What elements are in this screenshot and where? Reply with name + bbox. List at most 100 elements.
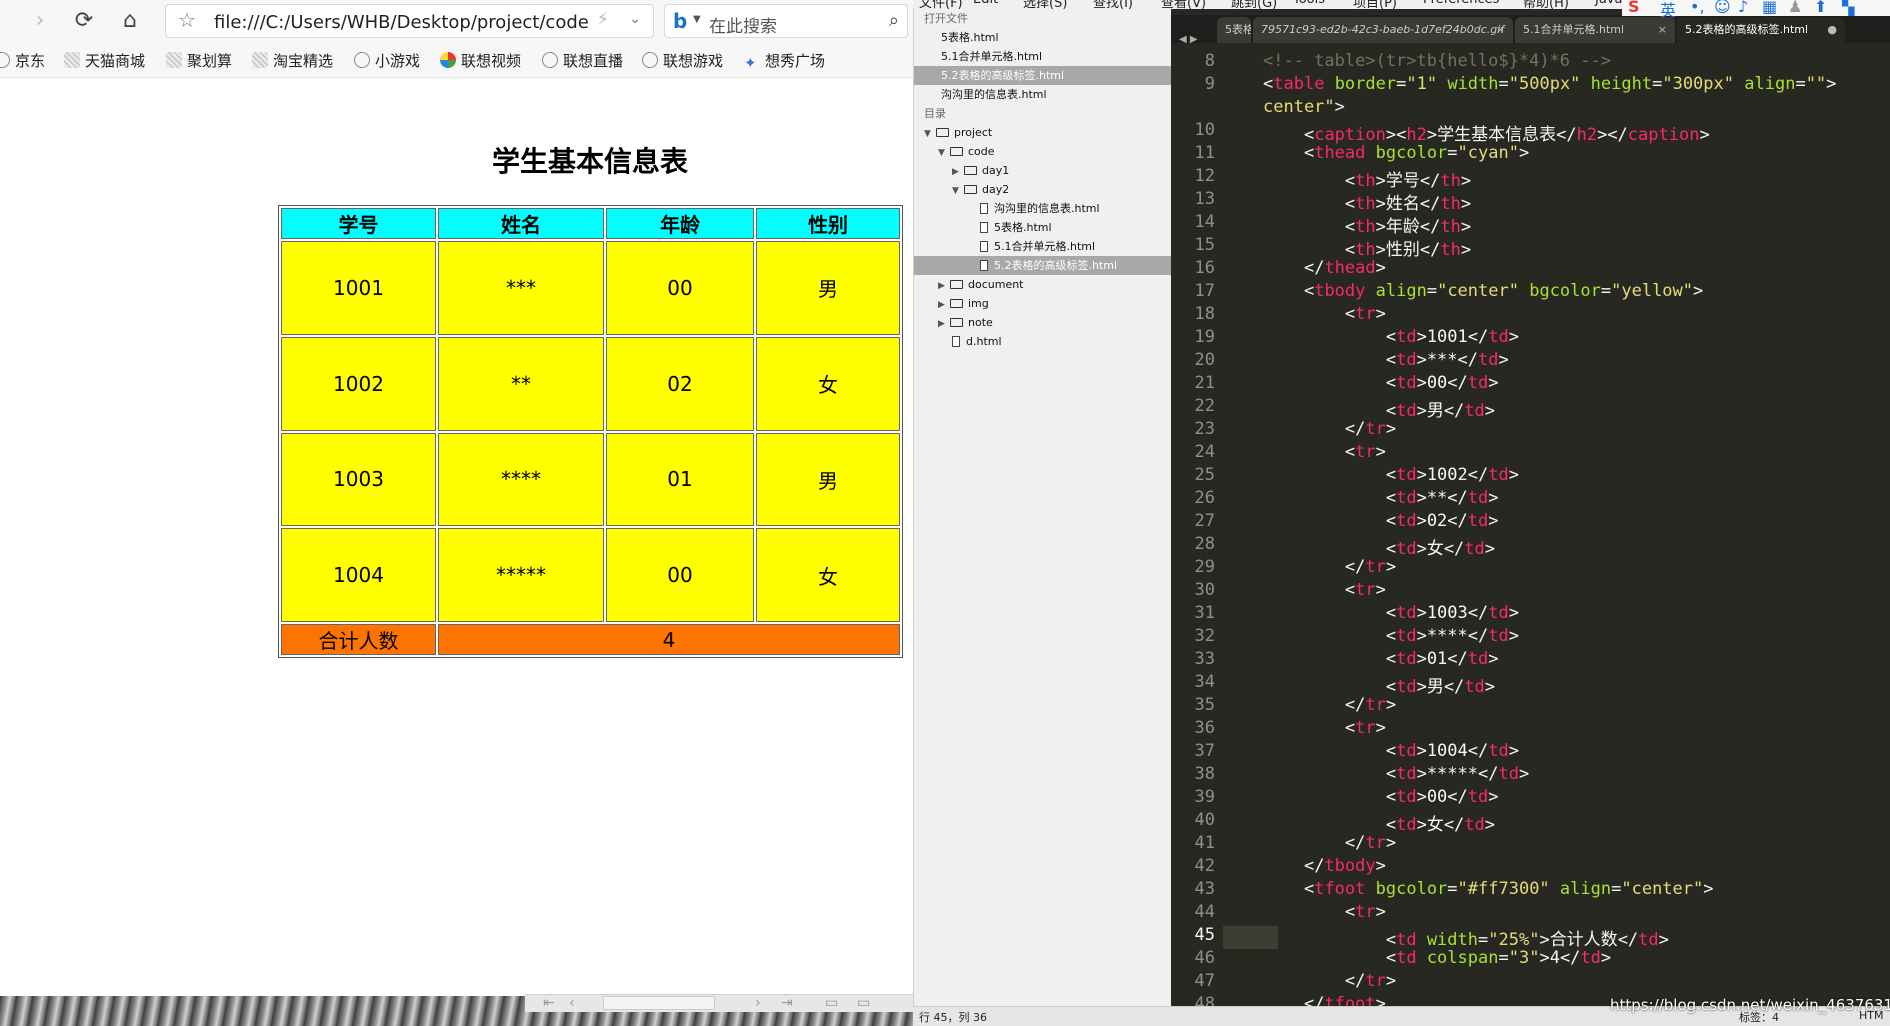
first-page-icon[interactable]: ⇤	[543, 995, 555, 1011]
code-line[interactable]: <td>男</td>	[1263, 396, 1495, 421]
tab-advanced-table-tags[interactable]: 5.2表格的高级标签.html ●	[1677, 17, 1845, 43]
code-line[interactable]: <caption><h2>学生基本信息表</h2></caption>	[1263, 120, 1710, 145]
code-line[interactable]: </tfoot>	[1263, 994, 1386, 1006]
tree-folder-day2[interactable]: ▼ day2	[914, 180, 1171, 199]
code-line[interactable]: </tr>	[1263, 833, 1396, 853]
emoji-icon[interactable]: ☺	[1714, 0, 1731, 16]
bookmark-jd[interactable]: 京东	[0, 50, 45, 71]
code-line[interactable]: <th>性别</th>	[1263, 235, 1471, 260]
tree-file[interactable]: 5表格.html	[914, 218, 1171, 237]
open-file-item[interactable]: 5.1合并单元格.html	[914, 47, 1171, 66]
punctuation-icon[interactable]: •,	[1690, 0, 1705, 16]
tree-folder-project[interactable]: ▼ project	[914, 123, 1171, 142]
code-line[interactable]: <tfoot bgcolor="#ff7300" align="center">	[1263, 879, 1714, 899]
code-line[interactable]: <!-- table>(tr>tb{hello$}*4)*6 -->	[1263, 51, 1611, 71]
menu-item[interactable]: Tools	[1293, 0, 1325, 7]
search-box[interactable]: b ▼ 在此搜索 ⌕	[664, 4, 908, 38]
bookmark-xiangxiu[interactable]: ✦ 想秀广场	[744, 50, 825, 71]
page-number-input[interactable]	[603, 996, 715, 1010]
tree-folder-note[interactable]: ▶ note	[914, 313, 1171, 332]
star-icon[interactable]: ☆	[178, 8, 196, 32]
save-icon[interactable]: ▭	[857, 995, 870, 1011]
tree-file[interactable]: 5.1合并单元格.html	[914, 237, 1171, 256]
menu-item[interactable]: 选择(S)	[1023, 0, 1067, 9]
forward-icon[interactable]: ›	[24, 6, 56, 36]
next-page-icon[interactable]: ›	[755, 995, 761, 1011]
ime-english-icon[interactable]: 英	[1660, 0, 1676, 21]
code-line[interactable]: <table border="1" width="500px" height="…	[1263, 74, 1836, 94]
print-icon[interactable]: ▭	[825, 995, 838, 1011]
tree-file[interactable]: d.html	[914, 332, 1171, 351]
code-line[interactable]: <td>1003</td>	[1263, 603, 1519, 623]
code-line[interactable]: <td>02</td>	[1263, 511, 1499, 531]
bookmark-lenovo-games[interactable]: 联想游戏	[642, 50, 723, 71]
home-icon[interactable]: ⌂	[114, 6, 146, 36]
tree-folder-code[interactable]: ▼ code	[914, 142, 1171, 161]
code-line[interactable]: <td>*****</td>	[1263, 764, 1529, 784]
menu-item[interactable]: Edit	[973, 0, 998, 7]
caret-down-icon[interactable]: ▼	[693, 14, 701, 25]
reload-icon[interactable]: ⟳	[68, 6, 100, 36]
code-line[interactable]: <tr>	[1263, 580, 1386, 600]
menu-item[interactable]: 帮助(H)	[1523, 0, 1569, 9]
search-icon[interactable]: ⌕	[889, 10, 899, 31]
menu-item[interactable]: 跳到(G)	[1231, 0, 1277, 9]
code-line[interactable]: <td>**</td>	[1263, 488, 1499, 508]
code-line[interactable]: <td>01</td>	[1263, 649, 1499, 669]
code-line[interactable]: <th>姓名</th>	[1263, 189, 1471, 214]
code-line[interactable]: <td width="25%">合计人数</td>	[1263, 925, 1669, 950]
bookmark-lenovo-video[interactable]: 联想视频	[440, 50, 521, 71]
code-line[interactable]: </tr>	[1263, 971, 1396, 991]
chevron-down-icon[interactable]: ⌄	[629, 11, 641, 27]
code-line[interactable]: </tr>	[1263, 419, 1396, 439]
tree-file[interactable]: 沟沟里的信息表.html	[914, 199, 1171, 218]
bookmark-tmall[interactable]: 天猫商城	[64, 50, 145, 71]
bing-icon[interactable]: b	[673, 9, 687, 33]
code-area[interactable]: <!-- table>(tr>tb{hello$}*4)*6 --> <table…	[1223, 51, 1883, 1006]
lightning-icon[interactable]: ⚡	[596, 9, 609, 30]
bookmark-lenovo-live[interactable]: 联想直播	[542, 50, 623, 71]
menu-item[interactable]: 查看(V)	[1161, 0, 1206, 9]
grid-icon[interactable]: ▚	[1842, 0, 1854, 16]
code-line[interactable]: <tr>	[1263, 902, 1386, 922]
code-line[interactable]: <td>女</td>	[1263, 534, 1495, 559]
tab-gif[interactable]: 79571c93-ed2b-42c3-baeb-1d7ef24b0dc.gif ×	[1253, 17, 1513, 43]
code-line[interactable]: center">	[1263, 97, 1345, 117]
open-file-item-active[interactable]: 5.2表格的高级标签.html	[914, 66, 1171, 85]
address-url[interactable]: file:///C:/Users/WHB/Desktop/project/cod…	[214, 12, 589, 33]
close-icon[interactable]: ×	[1496, 17, 1505, 43]
code-line[interactable]: <tr>	[1263, 304, 1386, 324]
code-line[interactable]: <td>1001</td>	[1263, 327, 1519, 347]
upload-icon[interactable]: ⬆	[1814, 0, 1827, 16]
tree-folder-img[interactable]: ▶ img	[914, 294, 1171, 313]
menu-item[interactable]: 项目(P)	[1353, 0, 1397, 9]
menu-item[interactable]: Preferences	[1423, 0, 1499, 7]
tab-merge-cells[interactable]: 5.1合并单元格.html ×	[1515, 17, 1675, 43]
bookmark-minigame[interactable]: 小游戏	[354, 50, 420, 71]
open-file-item[interactable]: 沟沟里的信息表.html	[914, 85, 1171, 104]
code-line[interactable]: <th>年龄</th>	[1263, 212, 1471, 237]
address-bar[interactable]: ☆ file:///C:/Users/WHB/Desktop/project/c…	[165, 4, 654, 38]
sogou-ime-icon[interactable]: S	[1628, 0, 1640, 16]
bookmark-juhuasuan[interactable]: 聚划算	[166, 50, 232, 71]
code-line[interactable]: <td>1002</td>	[1263, 465, 1519, 485]
keyboard-icon[interactable]: ▦	[1762, 0, 1777, 16]
code-line[interactable]: <td>男</td>	[1263, 672, 1495, 697]
code-line[interactable]: </tbody>	[1263, 856, 1386, 876]
tree-file-active[interactable]: 5.2表格的高级标签.html	[914, 256, 1171, 275]
open-file-item[interactable]: 5表格.html	[914, 28, 1171, 47]
code-line[interactable]: <tbody align="center" bgcolor="yellow">	[1263, 281, 1703, 301]
tree-folder-day1[interactable]: ▶ day1	[914, 161, 1171, 180]
code-line[interactable]: <tr>	[1263, 718, 1386, 738]
code-line[interactable]: </thead>	[1263, 258, 1386, 278]
code-line[interactable]: <td>***</td>	[1263, 350, 1509, 370]
tab-scroll-arrows-icon[interactable]: ◀ ▶	[1179, 34, 1198, 45]
bookmark-taobao[interactable]: 淘宝精选	[252, 50, 333, 71]
menu-item[interactable]: 查找(I)	[1093, 0, 1133, 9]
code-line[interactable]: <td colspan="3">4</td>	[1263, 948, 1611, 968]
code-line[interactable]: </tr>	[1263, 695, 1396, 715]
code-line[interactable]: <thead bgcolor="cyan">	[1263, 143, 1529, 163]
code-line[interactable]: <th>学号</th>	[1263, 166, 1471, 191]
user-icon[interactable]: ♟	[1788, 0, 1802, 16]
code-line[interactable]: <td>00</td>	[1263, 373, 1499, 393]
